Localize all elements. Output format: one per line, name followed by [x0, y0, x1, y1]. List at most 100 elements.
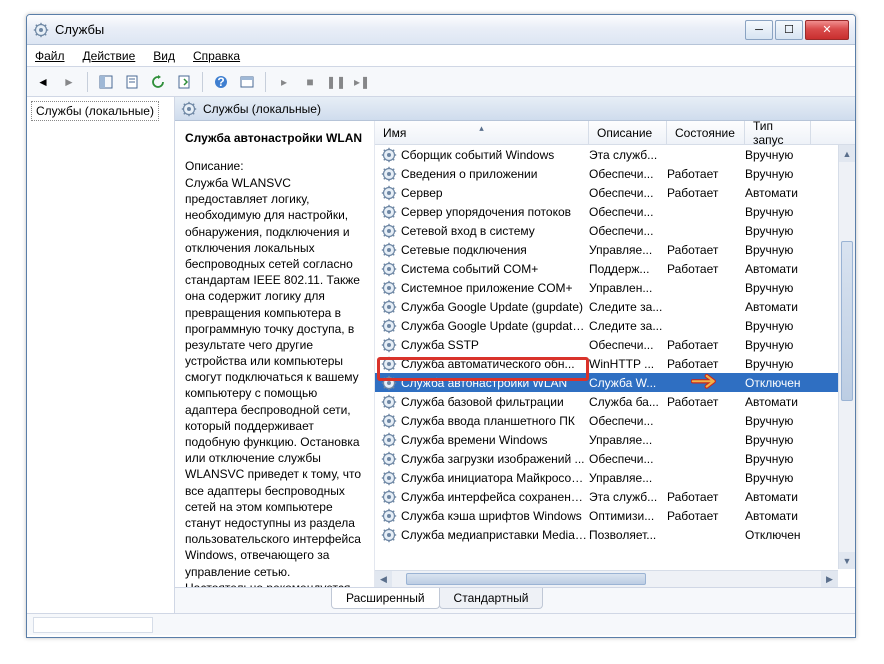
- cell-name: Сервер: [401, 186, 589, 200]
- refresh-button[interactable]: [146, 70, 170, 94]
- cell-description: WinHTTP ...: [589, 357, 667, 371]
- help-button[interactable]: ?: [209, 70, 233, 94]
- service-row[interactable]: Сетевые подключенияУправляе...РаботаетВр…: [375, 240, 855, 259]
- horizontal-scrollbar[interactable]: ◀ ▶: [375, 570, 838, 587]
- maximize-button[interactable]: ☐: [775, 20, 803, 40]
- col-state[interactable]: Состояние: [667, 121, 745, 144]
- tree-pane: Службы (локальные): [27, 97, 175, 613]
- service-icon: [381, 337, 397, 353]
- app-icon: [33, 22, 49, 38]
- service-row[interactable]: Служба времени WindowsУправляе...Вручную: [375, 430, 855, 449]
- cell-state: Работает: [667, 186, 745, 200]
- cell-name: Служба кэша шрифтов Windows: [401, 509, 589, 523]
- menu-file[interactable]: Файл: [35, 49, 65, 63]
- service-row[interactable]: Служба Google Update (gupdatem)Следите з…: [375, 316, 855, 335]
- cell-name: Служба инициатора Майкрософ...: [401, 471, 589, 485]
- cell-startup: Автомати: [745, 300, 811, 314]
- service-row[interactable]: Служба инициатора Майкрософ...Управляе..…: [375, 468, 855, 487]
- menubar: Файл Действие Вид Справка: [27, 45, 855, 67]
- cell-name: Сведения о приложении: [401, 167, 589, 181]
- vertical-scrollbar[interactable]: ▲ ▼: [838, 145, 855, 569]
- restart-service-button[interactable]: ▸❚: [350, 70, 374, 94]
- service-row[interactable]: Служба ввода планшетного ПКОбеспечи...Вр…: [375, 411, 855, 430]
- menu-help[interactable]: Справка: [193, 49, 240, 63]
- cell-startup: Автомати: [745, 509, 811, 523]
- show-hide-tree-button[interactable]: [94, 70, 118, 94]
- cell-description: Обеспечи...: [589, 224, 667, 238]
- col-name[interactable]: Имя: [375, 121, 589, 144]
- cell-startup: Автомати: [745, 395, 811, 409]
- properties-button[interactable]: [120, 70, 144, 94]
- titlebar[interactable]: Службы ─ ☐ ✕: [27, 15, 855, 45]
- service-row[interactable]: Служба автонастройки WLANСлужба W...Откл…: [375, 373, 855, 392]
- col-startup[interactable]: Тип запус: [745, 121, 811, 144]
- cell-description: Управляе...: [589, 471, 667, 485]
- minimize-button[interactable]: ─: [745, 20, 773, 40]
- service-row[interactable]: Служба кэша шрифтов WindowsОптимизи...Ра…: [375, 506, 855, 525]
- cell-description: Следите за...: [589, 300, 667, 314]
- cell-startup: Автомати: [745, 262, 811, 276]
- cell-startup: Отключен: [745, 376, 811, 390]
- scroll-down-button[interactable]: ▼: [839, 552, 855, 569]
- service-row[interactable]: Системное приложение COM+Управлен... Вруч…: [375, 278, 855, 297]
- cell-startup: Вручную: [745, 319, 811, 333]
- cell-name: Система событий COM+: [401, 262, 589, 276]
- service-row[interactable]: Сборщик событий WindowsЭта служб...Вручн…: [375, 145, 855, 164]
- service-row[interactable]: Сетевой вход в системуОбеспечи...Вручную: [375, 221, 855, 240]
- service-row[interactable]: Сервер упорядочения потоковОбеспечи...Вр…: [375, 202, 855, 221]
- cell-startup: Вручную: [745, 205, 811, 219]
- service-icon: [381, 242, 397, 258]
- service-row[interactable]: Служба загрузки изображений ...Обеспечи.…: [375, 449, 855, 468]
- cell-name: Служба интерфейса сохранения ...: [401, 490, 589, 504]
- cell-description: Обеспечи...: [589, 414, 667, 428]
- cell-startup: Вручную: [745, 357, 811, 371]
- cell-description: Эта служб...: [589, 490, 667, 504]
- scroll-right-button[interactable]: ▶: [821, 571, 838, 587]
- tab-standard[interactable]: Стандартный: [439, 588, 544, 609]
- cell-description: Позволяет...: [589, 528, 667, 542]
- col-description[interactable]: Описание: [589, 121, 667, 144]
- close-button[interactable]: ✕: [805, 20, 849, 40]
- menu-action[interactable]: Действие: [83, 49, 136, 63]
- service-icon: [381, 527, 397, 543]
- menu-view[interactable]: Вид: [153, 49, 175, 63]
- service-icon: [381, 261, 397, 277]
- pause-service-button[interactable]: ❚❚: [324, 70, 348, 94]
- forward-button[interactable]: ►: [57, 70, 81, 94]
- selected-service-name: Служба автонастройки WLAN: [185, 131, 364, 145]
- start-service-button[interactable]: ▸: [272, 70, 296, 94]
- service-row[interactable]: Служба Google Update (gupdate)Следите за…: [375, 297, 855, 316]
- scroll-thumb-v[interactable]: [841, 241, 853, 401]
- service-row[interactable]: Служба базовой фильтрацииСлужба ба...Раб…: [375, 392, 855, 411]
- cell-description: Оптимизи...: [589, 509, 667, 523]
- service-row[interactable]: Сведения о приложенииОбеспечи...Работает…: [375, 164, 855, 183]
- service-icon: [381, 470, 397, 486]
- tree-root-services-local[interactable]: Службы (локальные): [31, 101, 159, 121]
- back-button[interactable]: ◄: [31, 70, 55, 94]
- service-row[interactable]: Служба интерфейса сохранения ...Эта служ…: [375, 487, 855, 506]
- scroll-left-button[interactable]: ◀: [375, 571, 392, 587]
- export-button[interactable]: [172, 70, 196, 94]
- cell-description: Управлен...: [589, 281, 667, 295]
- service-icon: [381, 204, 397, 220]
- cell-description: Поддерж...: [589, 262, 667, 276]
- service-row[interactable]: Служба автоматического обн...WinHTTP ...…: [375, 354, 855, 373]
- scroll-thumb-h[interactable]: [406, 573, 646, 585]
- cell-description: Служба W...: [589, 376, 667, 390]
- tab-extended[interactable]: Расширенный: [331, 588, 440, 609]
- cell-name: Системное приложение COM+: [401, 281, 589, 295]
- service-row[interactable]: Служба медиаприставки Media C...Позволяе…: [375, 525, 855, 544]
- cell-startup: Вручную: [745, 281, 811, 295]
- cell-startup: Вручную: [745, 148, 811, 162]
- service-row[interactable]: Служба SSTPОбеспечи...РаботаетВручную: [375, 335, 855, 354]
- cell-startup: Автомати: [745, 186, 811, 200]
- service-row[interactable]: Система событий COM+Поддерж...РаботаетАв…: [375, 259, 855, 278]
- service-row[interactable]: СерверОбеспечи...РаботаетАвтомати: [375, 183, 855, 202]
- svg-text:?: ?: [217, 75, 224, 89]
- stop-service-button[interactable]: ■: [298, 70, 322, 94]
- scroll-up-button[interactable]: ▲: [839, 145, 855, 162]
- service-icon: [381, 166, 397, 182]
- prop-sheet-button[interactable]: [235, 70, 259, 94]
- service-icon: [381, 375, 397, 391]
- toolbar: ◄ ► ? ▸ ■ ❚❚ ▸❚: [27, 67, 855, 97]
